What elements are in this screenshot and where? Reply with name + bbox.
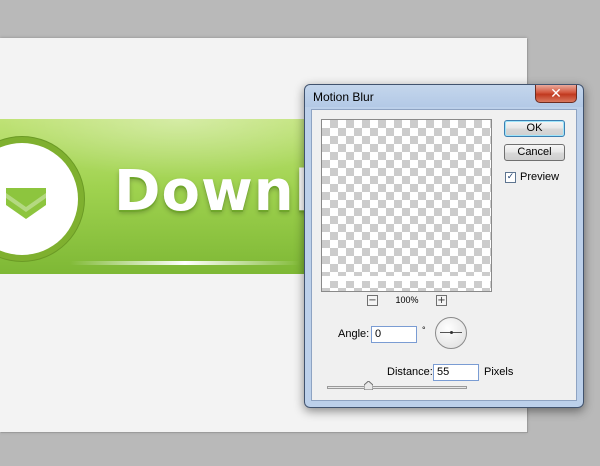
zoom-controls: − 100% + [367,295,447,309]
distance-label: Distance: [387,366,433,378]
distance-input[interactable]: 55 [433,364,479,381]
preview-strip [322,276,491,281]
dialog-body: − 100% + OK Cancel ✓ Preview Angle: 0 ° … [311,109,577,401]
zoom-level: 100% [395,295,419,305]
zoom-out-button[interactable]: − [367,295,378,306]
ok-button[interactable]: OK [504,120,565,137]
cancel-button[interactable]: Cancel [504,144,565,161]
motion-blur-dialog: Motion Blur ✕ − 100% + OK Cancel ✓ Previ… [304,84,584,408]
distance-slider-track[interactable] [327,386,467,389]
distance-slider-thumb[interactable] [363,381,373,390]
angle-input[interactable]: 0 [371,326,417,343]
angle-unit: ° [422,325,426,335]
close-button[interactable]: ✕ [535,85,577,103]
preview-label: Preview [520,171,560,183]
banner-highlight-line [70,261,300,265]
preview-area[interactable] [321,119,492,292]
chevron-down-icon [6,188,46,219]
distance-unit: Pixels [484,366,514,378]
preview-checkbox[interactable]: ✓ [505,172,516,183]
close-icon: ✕ [550,85,562,102]
dial-center [450,331,453,334]
banner-circle [0,143,78,255]
angle-dial[interactable] [435,317,467,349]
zoom-in-button[interactable]: + [436,295,447,306]
dialog-title: Motion Blur [313,90,374,104]
angle-label: Angle: [338,328,370,340]
